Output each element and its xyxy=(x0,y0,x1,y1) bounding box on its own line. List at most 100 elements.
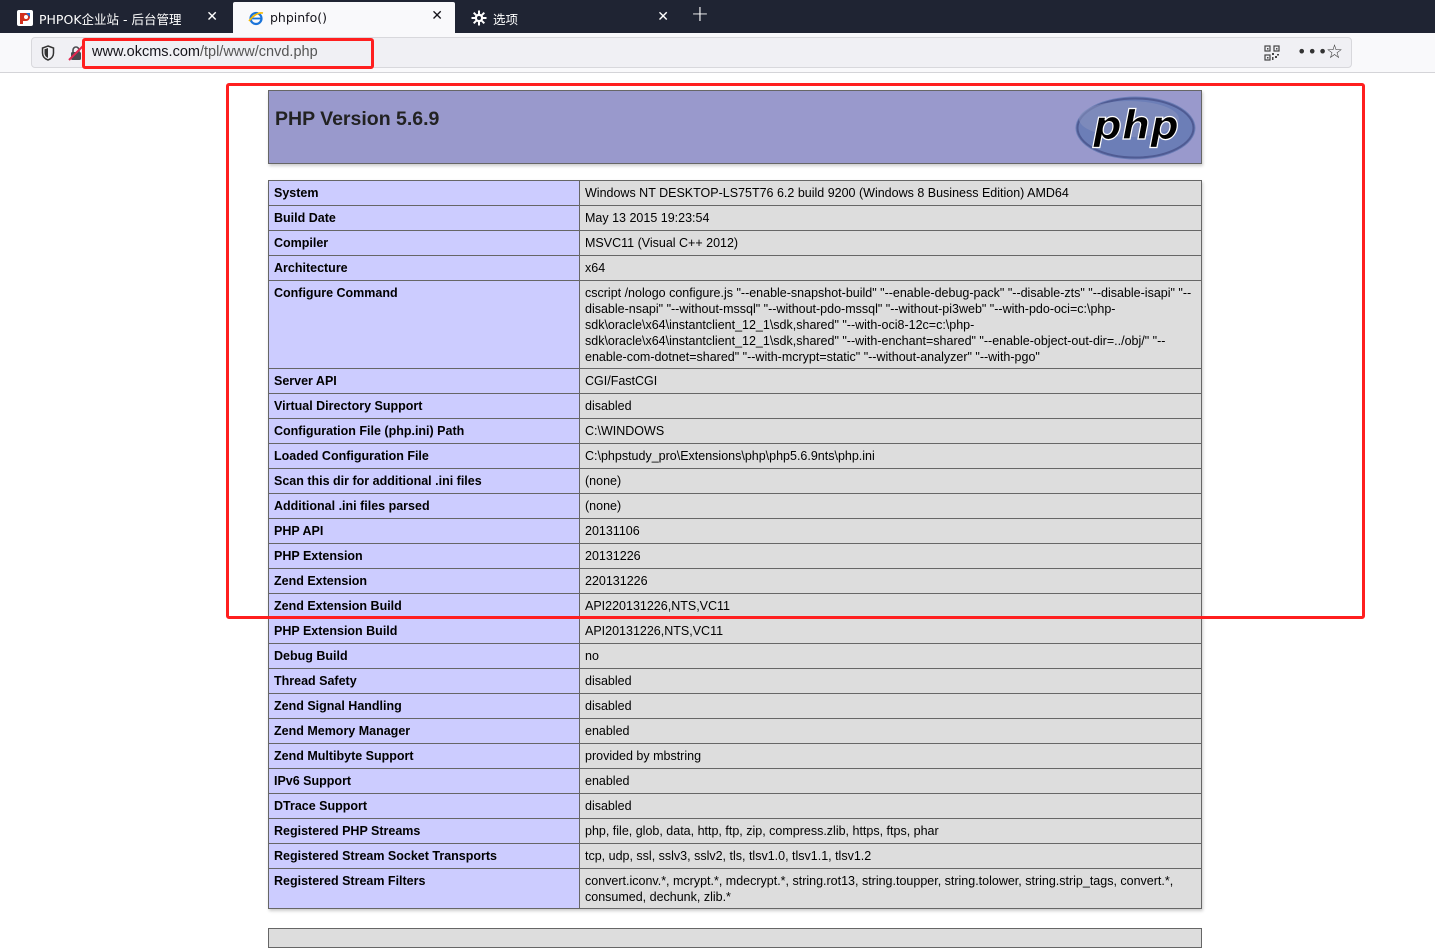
gear-icon xyxy=(471,10,487,26)
setting-value: MSVC11 (Visual C++ 2012) xyxy=(579,230,1202,256)
tab-title: phpinfo() xyxy=(270,10,327,25)
setting-value: (none) xyxy=(579,468,1202,494)
setting-value: provided by mbstring xyxy=(579,743,1202,769)
url-highlight-box xyxy=(82,38,374,69)
setting-name: Virtual Directory Support xyxy=(268,393,580,419)
setting-value: API220131226,NTS,VC11 xyxy=(579,593,1202,619)
table-row: Scan this dir for additional .ini files(… xyxy=(268,468,1202,494)
setting-value: no xyxy=(579,643,1202,669)
tracking-shield-icon[interactable] xyxy=(41,45,55,61)
setting-value: CGI/FastCGI xyxy=(579,368,1202,394)
next-section-table xyxy=(268,928,1202,948)
new-tab-button[interactable]: + xyxy=(688,3,712,29)
setting-name: PHP Extension xyxy=(268,543,580,569)
setting-name: Zend Memory Manager xyxy=(268,718,580,744)
table-row: Server API CGI/FastCGI xyxy=(268,368,1202,394)
table-row: Debug Build no xyxy=(268,643,1202,669)
close-icon[interactable]: ✕ xyxy=(206,9,218,25)
setting-name: Configuration File (php.ini) Path xyxy=(268,418,580,444)
setting-name: Zend Signal Handling xyxy=(268,693,580,719)
setting-value: Windows NT DESKTOP-LS75T76 6.2 build 920… xyxy=(579,180,1202,206)
setting-name: IPv6 Support xyxy=(268,768,580,794)
setting-name: Loaded Configuration File xyxy=(268,443,580,469)
setting-value: enabled xyxy=(579,718,1202,744)
table-row: PHP Extension 20131226 xyxy=(268,543,1202,569)
setting-value: disabled xyxy=(579,793,1202,819)
table-row: Zend Extension Build API220131226,NTS,VC1… xyxy=(268,593,1202,619)
setting-value: enabled xyxy=(579,768,1202,794)
table-row: Registered PHP Streams php, file, glob, d… xyxy=(268,818,1202,844)
table-row: Configuration File (php.ini) Path C:\WIND… xyxy=(268,418,1202,444)
table-row: Configure Command cscript /nologo configu… xyxy=(268,280,1202,369)
setting-value: php, file, glob, data, http, ftp, zip, c… xyxy=(579,818,1202,844)
table-row: Thread Safety disabled xyxy=(268,668,1202,694)
setting-name: Server API xyxy=(268,368,580,394)
setting-name: Build Date xyxy=(268,205,580,231)
setting-value: 220131226 xyxy=(579,568,1202,594)
setting-name: Debug Build xyxy=(268,643,580,669)
tab-title: PHPOK企业站 - 后台管理 xyxy=(39,11,182,27)
setting-value: disabled xyxy=(579,668,1202,694)
setting-name: Registered Stream Filters xyxy=(268,868,580,909)
setting-name: Configure Command xyxy=(268,280,580,369)
setting-name: DTrace Support xyxy=(268,793,580,819)
setting-name: PHP Extension Build xyxy=(268,618,580,644)
setting-value: tcp, udp, ssl, sslv3, sslv2, tls, tlsv1.… xyxy=(579,843,1202,869)
table-row: Loaded Configuration File C:\phpstudy_pro… xyxy=(268,443,1202,469)
bookmark-star-icon[interactable]: ☆ xyxy=(1326,42,1343,62)
close-icon[interactable]: ✕ xyxy=(657,9,669,25)
setting-name: Zend Extension Build xyxy=(268,593,580,619)
setting-value: cscript /nologo configure.js "--enable-s… xyxy=(579,280,1202,369)
phpinfo-header: PHP Version 5.6.9 php xyxy=(268,90,1202,164)
tab-phpok-admin[interactable]: PHPOK企业站 - 后台管理 ✕ xyxy=(2,3,230,33)
setting-value: May 13 2015 19:23:54 xyxy=(579,205,1202,231)
setting-name: PHP API xyxy=(268,518,580,544)
table-row: Zend Memory Manager enabled xyxy=(268,718,1202,744)
phpinfo-table: System Windows NT DESKTOP-LS75T76 6.2 bui… xyxy=(268,180,1202,909)
setting-value: (none) xyxy=(579,493,1202,519)
setting-value: 20131226 xyxy=(579,543,1202,569)
table-row: PHP API 20131106 xyxy=(268,518,1202,544)
phpinfo-page: PHP Version 5.6.9 php System Windows NT D… xyxy=(268,90,1202,909)
setting-value: x64 xyxy=(579,255,1202,281)
setting-value: C:\WINDOWS xyxy=(579,418,1202,444)
setting-value: disabled xyxy=(579,393,1202,419)
php-logo-text: php xyxy=(1092,103,1179,149)
php-version-title: PHP Version 5.6.9 xyxy=(275,108,440,130)
ie-page-icon xyxy=(248,10,264,26)
setting-value: convert.iconv.*, mcrypt.*, mdecrypt.*, s… xyxy=(579,868,1202,909)
setting-name: Zend Multibyte Support xyxy=(268,743,580,769)
php-logo-icon[interactable]: php xyxy=(1074,95,1197,161)
page-actions-menu-icon[interactable]: ••• xyxy=(1297,42,1328,61)
setting-name: Thread Safety xyxy=(268,668,580,694)
tab-title: 选项 xyxy=(493,11,519,27)
setting-value: 20131106 xyxy=(579,518,1202,544)
table-row: DTrace Support disabled xyxy=(268,793,1202,819)
table-row: Virtual Directory Support disabled xyxy=(268,393,1202,419)
table-row: Zend Extension 220131226 xyxy=(268,568,1202,594)
setting-name: Registered Stream Socket Transports xyxy=(268,843,580,869)
table-row: IPv6 Support enabled xyxy=(268,768,1202,794)
table-row: Zend Multibyte Support provided by mbstri… xyxy=(268,743,1202,769)
tab-phpinfo[interactable]: phpinfo() ✕ xyxy=(233,2,455,33)
tab-bar: PHPOK企业站 - 后台管理 ✕ phpinfo() ✕ 选项 ✕ + xyxy=(0,0,1435,33)
table-row: Build Date May 13 2015 19:23:54 xyxy=(268,205,1202,231)
setting-value: API20131226,NTS,VC11 xyxy=(579,618,1202,644)
tab-options[interactable]: 选项 ✕ xyxy=(456,3,681,33)
table-row: Registered Stream Socket Transports tcp, … xyxy=(268,843,1202,869)
setting-name: Architecture xyxy=(268,255,580,281)
table-row: Architecture x64 xyxy=(268,255,1202,281)
setting-name: Compiler xyxy=(268,230,580,256)
table-row: Additional .ini files parsed (none) xyxy=(268,493,1202,519)
table-row: Compiler MSVC11 (Visual C++ 2012) xyxy=(268,230,1202,256)
setting-name: Scan this dir for additional .ini files xyxy=(268,468,580,494)
table-row: Registered Stream Filters convert.iconv.*… xyxy=(268,868,1202,909)
qr-code-icon[interactable] xyxy=(1264,45,1280,61)
table-row: System Windows NT DESKTOP-LS75T76 6.2 bui… xyxy=(268,180,1202,206)
close-icon[interactable]: ✕ xyxy=(431,8,443,24)
setting-value: C:\phpstudy_pro\Extensions\php\php5.6.9n… xyxy=(579,443,1202,469)
setting-value: disabled xyxy=(579,693,1202,719)
table-row: PHP Extension Build API20131226,NTS,VC11 xyxy=(268,618,1202,644)
table-row: Zend Signal Handling disabled xyxy=(268,693,1202,719)
setting-name: Registered PHP Streams xyxy=(268,818,580,844)
